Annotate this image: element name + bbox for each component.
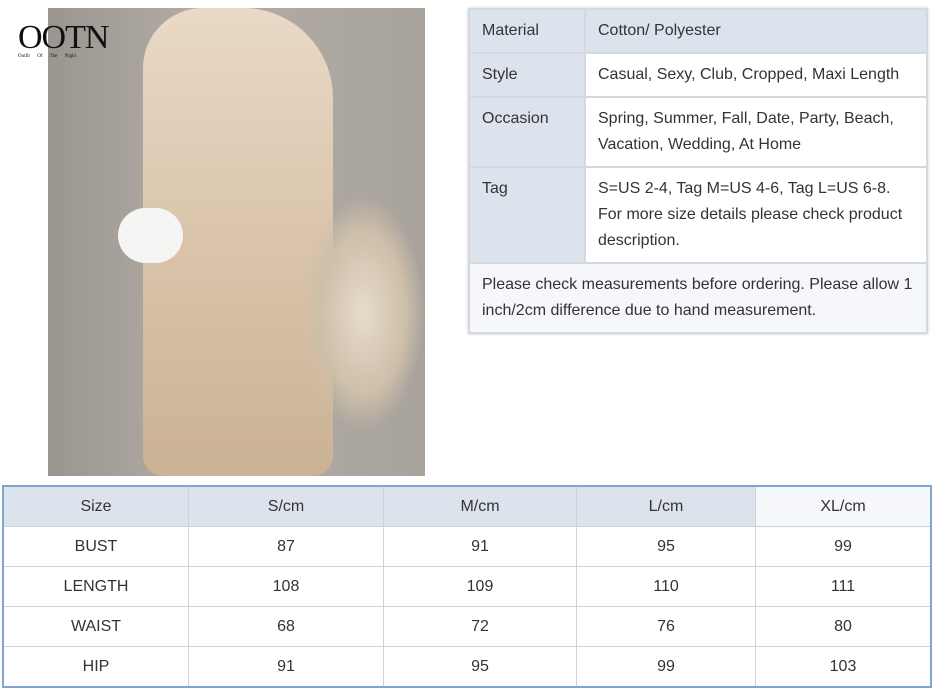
measurement-note: Please check measurements before orderin… [468,262,928,334]
spec-note-row: Please check measurements before orderin… [468,262,928,334]
product-photo [48,8,425,476]
spec-value: Spring, Summer, Fall, Date, Party, Beach… [584,96,928,168]
clutch-bag [118,208,183,263]
brand-logo: OOTN Outfit Of The Night [18,19,109,60]
cell: 87 [188,526,384,567]
table-row: HIP 91 95 99 103 [2,646,932,688]
cell: 72 [383,606,577,647]
cell: 108 [188,566,384,607]
spec-value: Cotton/ Polyester [584,8,928,54]
cell: 103 [755,646,932,688]
header-cell: S/cm [188,485,384,527]
cell: LENGTH [2,566,189,607]
pampas-decor [303,198,423,428]
header-cell: XL/cm [755,485,932,527]
spec-row: Style Casual, Sexy, Club, Cropped, Maxi L… [468,52,928,98]
cell: WAIST [2,606,189,647]
spec-key: Occasion [468,96,586,168]
cell: 110 [576,566,756,607]
cell: 111 [755,566,932,607]
cell: 91 [188,646,384,688]
spec-value: Casual, Sexy, Club, Cropped, Maxi Length [584,52,928,98]
table-row: WAIST 68 72 76 80 [2,606,932,647]
header-cell: M/cm [383,485,577,527]
table-row: BUST 87 91 95 99 [2,526,932,567]
cell: 91 [383,526,577,567]
spec-row: Occasion Spring, Summer, Fall, Date, Part… [468,96,928,168]
spec-value: S=US 2-4, Tag M=US 4-6, Tag L=US 6-8. Fo… [584,166,928,264]
table-row: LENGTH 108 109 110 111 [2,566,932,607]
header-cell: L/cm [576,485,756,527]
cell: 76 [576,606,756,647]
spec-key: Style [468,52,586,98]
cell: 95 [576,526,756,567]
cell: 99 [576,646,756,688]
cell: 68 [188,606,384,647]
spec-row: Material Cotton/ Polyester [468,8,928,54]
header-cell: Size [2,485,189,527]
cell: BUST [2,526,189,567]
cell: HIP [2,646,189,688]
cell: 95 [383,646,577,688]
cell: 99 [755,526,932,567]
spec-table: Material Cotton/ Polyester Style Casual, S… [468,8,928,334]
size-table: Size S/cm M/cm L/cm XL/cm BUST 87 91 95 99 L… [2,485,932,688]
spec-row: Tag S=US 2-4, Tag M=US 4-6, Tag L=US 6-8.… [468,166,928,264]
cell: 109 [383,566,577,607]
spec-key: Tag [468,166,586,264]
spec-key: Material [468,8,586,54]
cell: 80 [755,606,932,647]
size-header-row: Size S/cm M/cm L/cm XL/cm [2,485,932,527]
logo-title: OOTN [18,19,109,56]
